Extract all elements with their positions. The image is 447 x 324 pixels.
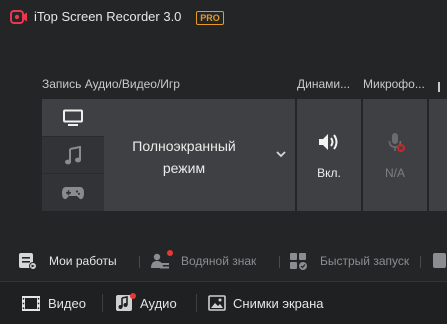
tab-screenshots-label: Снимки экрана <box>233 295 324 311</box>
capture-mode-line1: Полноэкранный <box>132 138 236 154</box>
mic-section-label: Микрофо... <box>363 77 425 91</box>
quick-launch-button[interactable]: Быстрый запуск <box>289 248 409 274</box>
audio-notification-dot <box>130 293 136 299</box>
watermark-button[interactable]: Водяной знак <box>150 248 256 274</box>
image-icon <box>208 295 226 311</box>
quick-launch-label: Быстрый запуск <box>320 254 410 268</box>
capture-mode-dropdown[interactable]: Полноэкранный режим <box>104 99 295 211</box>
more-tool-button[interactable] <box>432 248 446 274</box>
speaker-icon <box>319 134 338 150</box>
quick-launch-icon <box>290 253 307 270</box>
microphone-status: N/A <box>384 166 405 180</box>
source-game-button[interactable] <box>42 173 104 212</box>
record-source-list <box>42 99 104 211</box>
microphone-toggle[interactable]: N/A <box>363 99 427 211</box>
toolbar-divider <box>420 256 421 268</box>
music-note-icon <box>65 145 81 164</box>
watermark-label: Водяной знак <box>181 254 257 268</box>
source-screen-button[interactable] <box>42 99 104 136</box>
media-tabs: Видео Аудио Снимки экрана <box>0 281 447 324</box>
toolbar-divider <box>139 256 140 268</box>
my-works-icon <box>19 253 37 270</box>
toolbar-divider <box>279 256 280 268</box>
tab-divider <box>196 294 197 312</box>
next-section-label-fragment <box>438 82 447 92</box>
microphone-off-icon <box>388 133 405 152</box>
tab-video-label: Видео <box>48 295 86 311</box>
capture-mode-line2: режим <box>162 160 206 176</box>
pro-badge: PRO <box>196 11 224 25</box>
tab-audio[interactable]: Аудио <box>115 290 177 316</box>
app-logo-icon <box>10 10 27 24</box>
tab-video[interactable]: Видео <box>21 290 86 316</box>
monitor-icon <box>63 109 83 126</box>
my-works-label: Мои работы <box>49 254 117 268</box>
my-works-button[interactable]: Мои работы <box>18 248 117 274</box>
speaker-toggle[interactable]: Вкл. <box>297 99 361 211</box>
tab-divider <box>102 294 103 312</box>
watermark-notification-dot <box>167 250 173 256</box>
chevron-down-icon <box>276 151 286 158</box>
next-device-panel[interactable] <box>429 99 447 211</box>
source-audio-button[interactable] <box>42 136 104 174</box>
tab-audio-label: Аудио <box>140 295 177 311</box>
film-icon <box>22 295 40 311</box>
more-tool-icon <box>433 253 446 268</box>
speaker-section-label: Динами... <box>297 77 351 91</box>
record-section-label: Запись Аудио/Видео/Игр <box>42 77 180 91</box>
quick-toolbar: Мои работы Водяной знак Быстрый запуск <box>0 248 447 274</box>
tab-screenshots[interactable]: Снимки экрана <box>208 290 324 316</box>
app-title: iTop Screen Recorder 3.0 <box>34 9 182 24</box>
speaker-status: Вкл. <box>317 166 341 180</box>
gamepad-icon <box>62 187 84 200</box>
